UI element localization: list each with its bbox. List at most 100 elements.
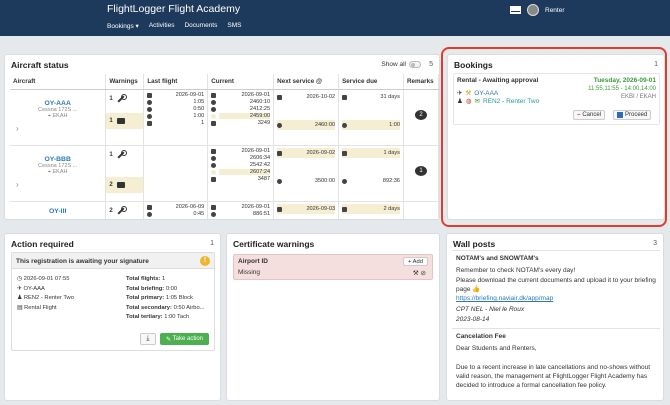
warning-count: 1 [109, 117, 113, 124]
total-label: Total primary: [126, 295, 165, 301]
warning-document[interactable]: 1 [106, 112, 144, 129]
camera-icon [116, 181, 125, 188]
service-due-days: 31 days [380, 93, 400, 100]
download-button[interactable]: ⤓ [139, 333, 156, 345]
last-flight-cell: 2026-06-09 0:45 [143, 201, 209, 219]
remarks-badge[interactable]: 2 [414, 109, 427, 120]
current-date: 2026-09-01 [241, 147, 271, 154]
nav-bookings[interactable]: Bookings ▾ [107, 22, 139, 30]
aircraft-cell: OY-III [10, 201, 107, 219]
total-label: Total flights: [126, 276, 161, 282]
nav-documents[interactable]: Documents [184, 22, 217, 30]
aircraft-link[interactable]: OY-BBB [13, 156, 102, 163]
warnings-cell: 1 2 [105, 145, 145, 202]
chevron-right-icon[interactable]: › [16, 124, 19, 133]
location-label: EKAH [52, 168, 68, 175]
current-block: 2460:10 [249, 98, 271, 105]
chevron-right-icon[interactable]: › [16, 180, 19, 189]
toggle-switch[interactable] [409, 61, 421, 68]
last-flight-airborne: 0:50 [193, 105, 205, 112]
total-label: Total briefing: [126, 285, 165, 292]
col-remarks: Remarks [403, 74, 439, 90]
avatar[interactable] [527, 4, 539, 16]
take-action-button[interactable]: ✎ Take action [159, 333, 209, 345]
landing-icon [211, 120, 217, 126]
warning-maintenance[interactable]: 2 [106, 203, 143, 219]
location-label: EKAH [52, 112, 68, 119]
table-row[interactable]: OY-III 2 2026-06-09 0:45 2026-09-01 886:… [10, 201, 439, 219]
total-value: 1:05 Block [165, 295, 193, 301]
last-flight-landings: 1 [201, 119, 205, 126]
service-due-days-row: 1 days [342, 147, 400, 158]
aircraft-count: 5 [429, 61, 433, 68]
clock-icon [147, 99, 153, 105]
action-person-value: REN2 - Renter Two [23, 295, 74, 301]
show-all-toggle[interactable]: Show all [381, 61, 421, 68]
service-due-hours-row: 1:00 [342, 119, 400, 130]
post-body: Due to a recent increase in late cancell… [456, 363, 651, 390]
calendar-icon [147, 92, 153, 98]
table-row[interactable]: › OY-AAA Cessna 172S ... ⌖ EKAH 1 1 2026… [10, 89, 439, 146]
wrench-icon [117, 149, 127, 159]
aircraft-link[interactable]: OY-AAA [13, 100, 102, 107]
nav-activities[interactable]: Activities [149, 22, 175, 30]
calendar-icon [277, 150, 283, 156]
current-landings: 3487 [257, 175, 271, 182]
next-service-hours: 3500:00 [314, 177, 336, 184]
calendar-icon [342, 150, 348, 156]
current-date: 2026-09-01 [241, 91, 271, 98]
user-name[interactable]: Renter [545, 7, 565, 14]
aircraft-table: Aircraft Warnings Last flight Current Ne… [10, 74, 439, 219]
wall-posts-count: 3 [653, 240, 657, 247]
total-label: Total secondary: [126, 304, 172, 311]
service-due-cell: 31 days 1:00 [338, 89, 404, 146]
nav-sms[interactable]: SMS [227, 22, 241, 30]
service-due-hours: 1:00 [389, 121, 400, 128]
remarks-badge[interactable]: 1 [414, 165, 427, 176]
main-nav: Bookings ▾ Activities Documents SMS [107, 22, 241, 30]
certificate-icons: ⚒ ⊘ [413, 269, 426, 277]
service-due-hours: 892:36 [382, 177, 400, 184]
app-brand[interactable]: FlightLogger Flight Academy [107, 3, 240, 15]
prohibited-icon: ⊘ [420, 270, 426, 277]
table-row[interactable]: › OY-BBB Cessna 172S ... ⌖ EKAH 1 2 2026… [10, 145, 439, 202]
last-flight-cell: 2026-09-01 1:05 0:50 1:00 1 [143, 89, 209, 146]
wrench-icon [117, 93, 127, 103]
next-service-date-row: 2026-10-02 [277, 92, 335, 102]
landing-icon [211, 176, 217, 182]
clock-icon [277, 178, 283, 184]
clock-icon [342, 178, 348, 184]
warning-maintenance[interactable]: 1 [106, 147, 143, 163]
calendar-icon [211, 148, 217, 154]
post-link[interactable]: https://briefing.naviair.dk/app/map [456, 295, 553, 302]
action-card: This registration is awaiting your signa… [11, 252, 215, 351]
warning-count: 2 [109, 207, 113, 214]
wall-post: NOTAM's and SNOWTAM's Remember to check … [452, 250, 660, 328]
current-cell: 2026-09-01 2460:10 2412:25 2459:00 3249 [207, 89, 275, 146]
warning-maintenance[interactable]: 1 [106, 91, 143, 107]
next-service-hours-row: 3500:00 [277, 176, 335, 186]
wall-posts-panel: Wall posts 3 NOTAM's and SNOWTAM's Remem… [446, 233, 664, 401]
next-service-cell: 2026-10-02 2460:00 [273, 89, 340, 146]
nav-bookings-label: Bookings [107, 23, 134, 30]
add-certificate-button[interactable]: + Add [402, 257, 428, 266]
action-date: ◷ 2026-09-01 07:55 [17, 276, 70, 282]
col-warnings: Warnings [105, 74, 145, 90]
aircraft-link[interactable]: OY-III [13, 208, 102, 215]
clock-icon [211, 155, 217, 161]
warning-document[interactable]: 2 [106, 176, 144, 193]
clock-icon [342, 122, 348, 128]
warnings-cell: 1 1 [105, 89, 145, 146]
clock-icon [211, 113, 217, 119]
last-flight-block: 1:05 [193, 98, 205, 105]
next-service-hours: 2460:00 [314, 121, 336, 128]
certificate-warnings-panel: Certificate warnings Airport ID Missing … [226, 233, 440, 401]
clock-icon [211, 211, 217, 217]
panel-title: Action required [11, 239, 74, 249]
current-airborne: 2412:25 [249, 105, 271, 112]
current-block: 886:51 [253, 210, 271, 217]
action-buttons: ⤓ ✎ Take action [139, 333, 209, 345]
wall-post: Cancelation Fee Dear Students and Renter… [452, 328, 660, 400]
total-primary: Total primary: 1:05 Block [126, 294, 205, 304]
mail-icon[interactable] [510, 6, 521, 14]
